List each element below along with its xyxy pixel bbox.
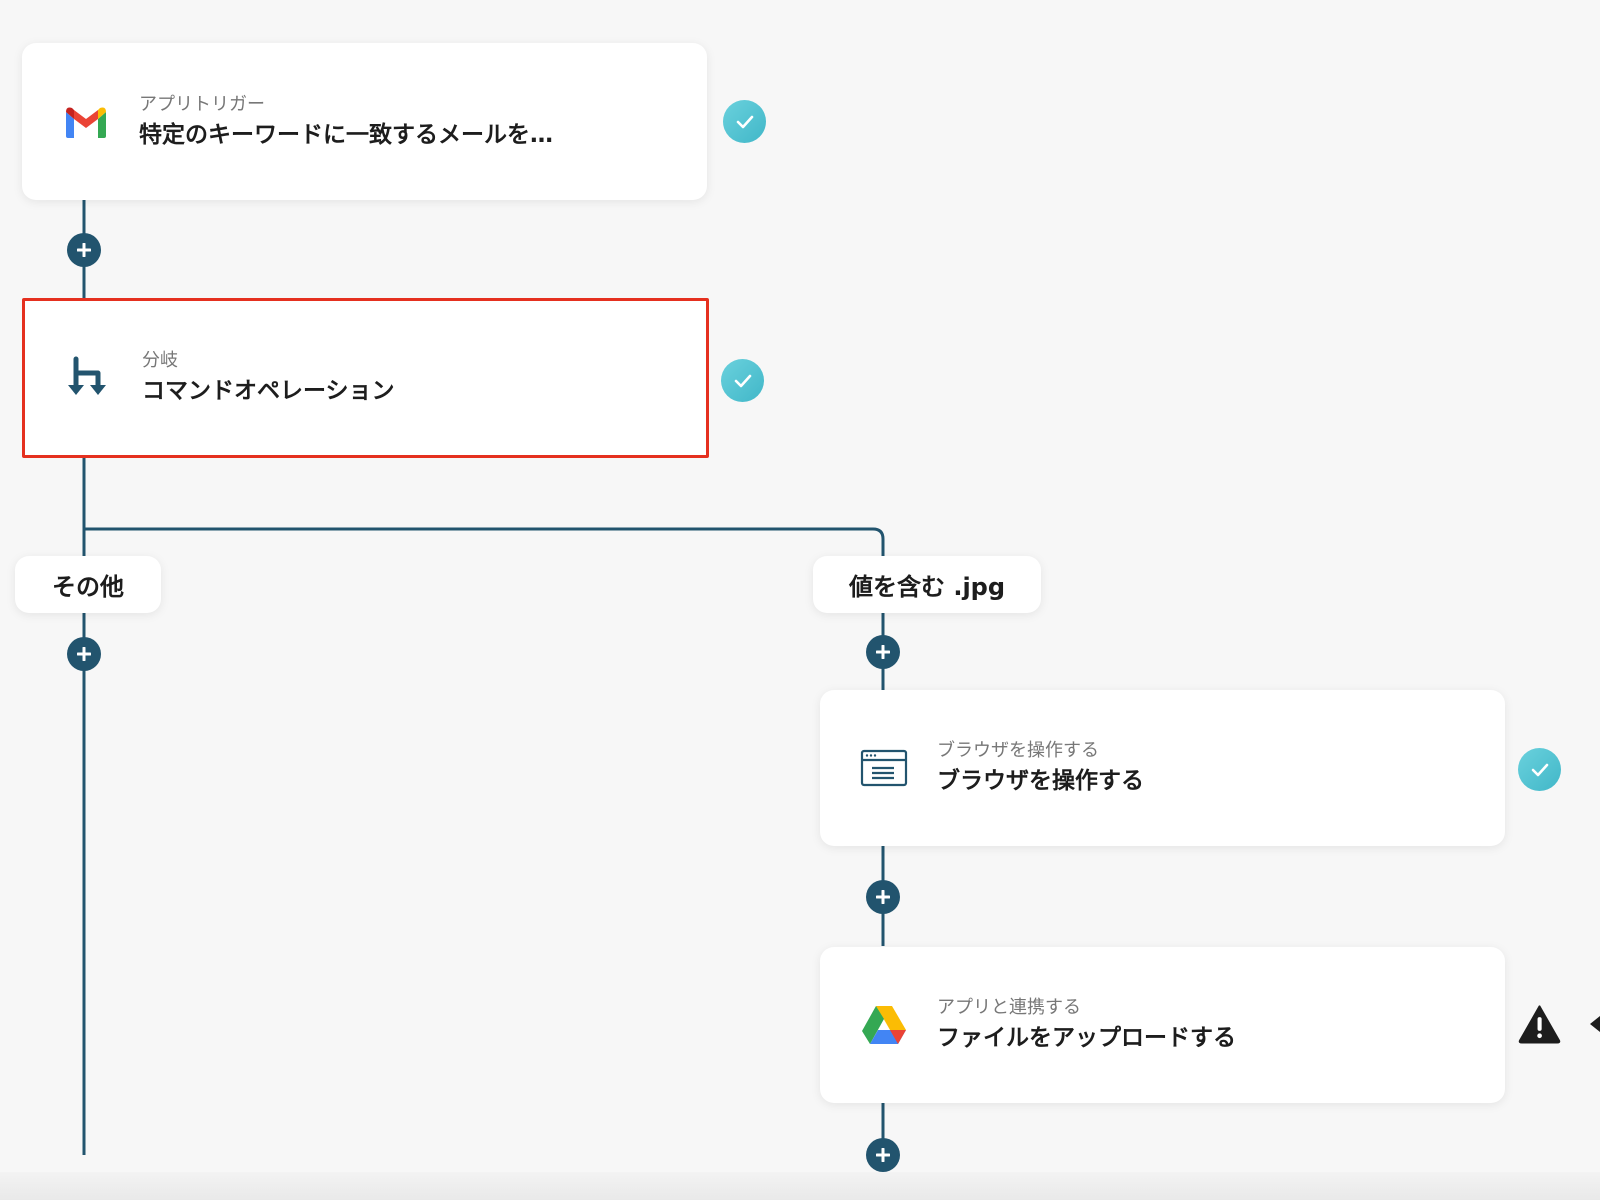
node-drive-text: アプリと連携する ファイルをアップロードする [937, 996, 1236, 1054]
add-step-button[interactable] [866, 635, 900, 669]
add-step-button[interactable] [866, 880, 900, 914]
node-browser-text: ブラウザを操作する ブラウザを操作する [937, 739, 1144, 797]
add-step-button[interactable] [67, 233, 101, 267]
workflow-canvas: アプリトリガー 特定のキーワードに一致するメールを… 分岐 コマンドオペレーショ… [0, 0, 1600, 1200]
node-kind-label: ブラウザを操作する [937, 739, 1099, 761]
chevron-left-icon[interactable] [1590, 1016, 1600, 1032]
warning-icon [1518, 1002, 1561, 1045]
node-kind-label: 分岐 [142, 349, 178, 371]
node-browser[interactable]: ブラウザを操作する ブラウザを操作する [820, 690, 1505, 846]
add-step-button[interactable] [67, 637, 101, 671]
gmail-icon [60, 96, 112, 148]
node-title: 特定のキーワードに一致するメールを… [139, 121, 553, 148]
add-step-button[interactable] [866, 1138, 900, 1172]
node-branch-text: 分岐 コマンドオペレーション [142, 349, 395, 407]
node-kind-label: アプリと連携する [937, 996, 1081, 1018]
canvas-bottom-edge [0, 1172, 1600, 1200]
node-kind-label: アプリトリガー [139, 93, 265, 115]
browser-window-icon [858, 742, 910, 794]
node-branch[interactable]: 分岐 コマンドオペレーション [22, 298, 709, 458]
branch-label-contains[interactable]: 値を含む .jpg [813, 556, 1041, 613]
node-drive[interactable]: アプリと連携する ファイルをアップロードする [820, 947, 1505, 1103]
node-title: コマンドオペレーション [142, 378, 395, 405]
google-drive-icon [858, 999, 910, 1051]
node-title: ファイルをアップロードする [937, 1025, 1236, 1052]
node-title: ブラウザを操作する [937, 768, 1144, 795]
status-check-icon [721, 359, 764, 402]
status-check-icon [1518, 748, 1561, 791]
branch-label-other[interactable]: その他 [15, 556, 161, 613]
node-trigger[interactable]: アプリトリガー 特定のキーワードに一致するメールを… [22, 43, 707, 200]
status-check-icon [723, 100, 766, 143]
node-trigger-text: アプリトリガー 特定のキーワードに一致するメールを… [139, 92, 553, 150]
branch-icon [63, 352, 115, 404]
